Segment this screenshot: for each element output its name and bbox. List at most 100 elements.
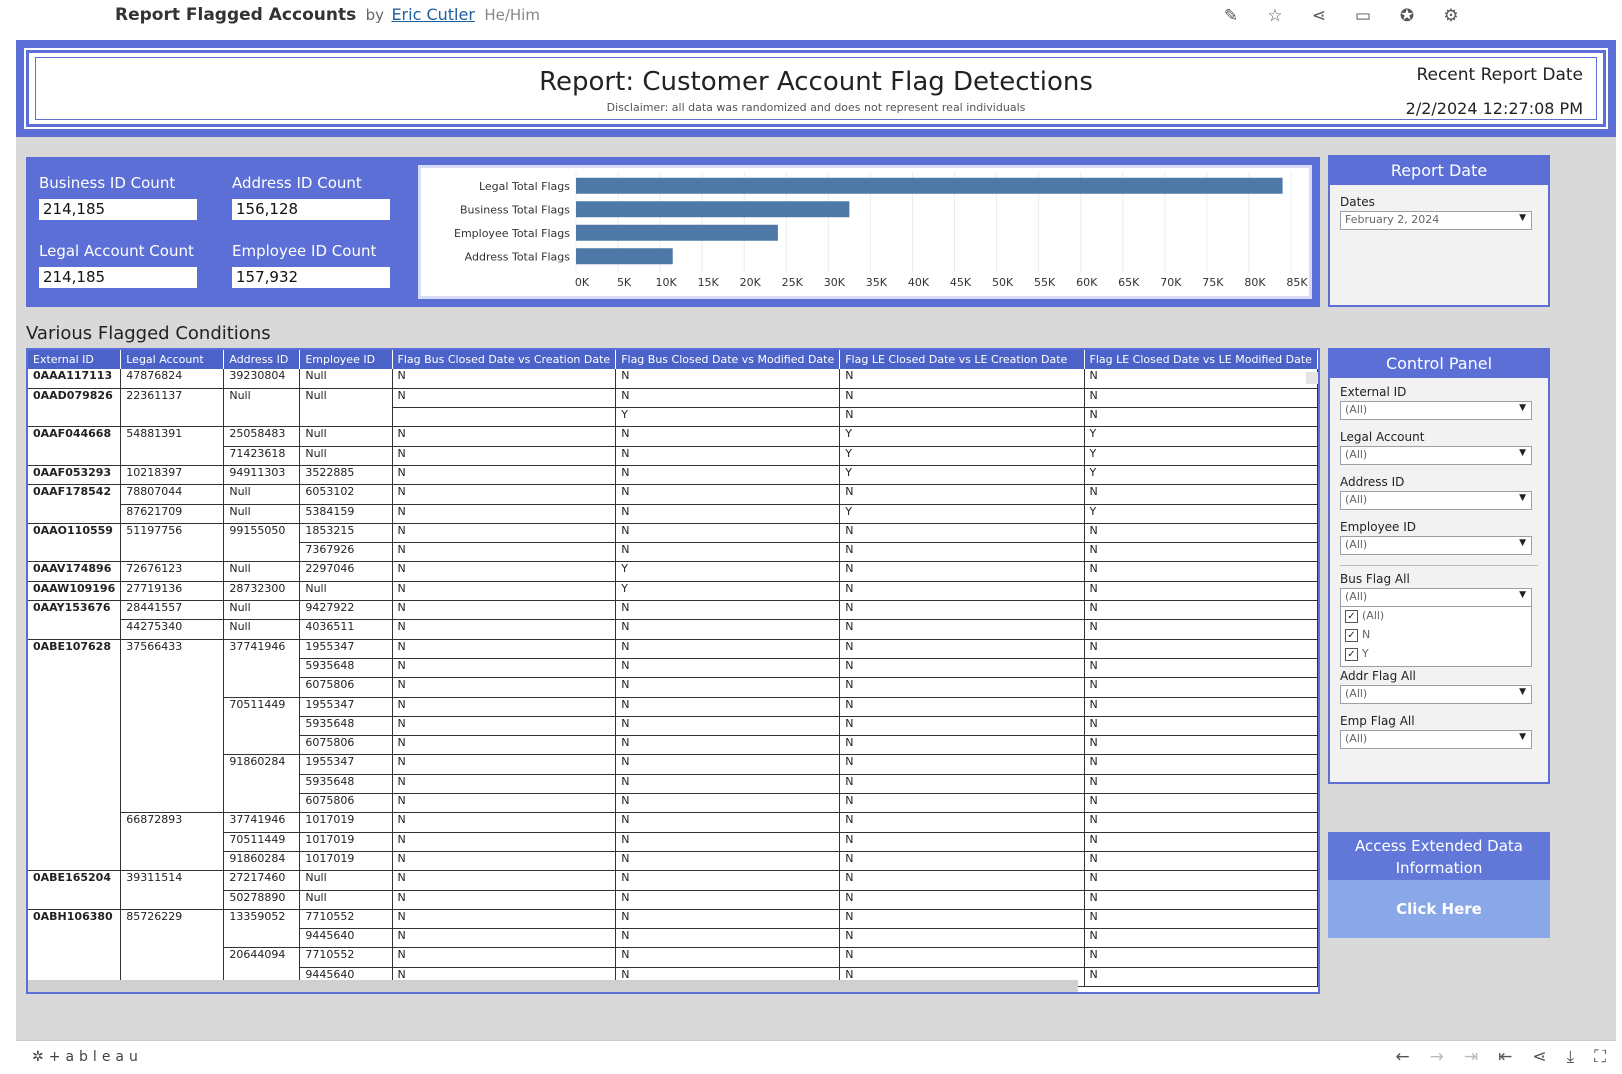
- table-cell: N: [839, 947, 1085, 968]
- address-id-dropdown[interactable]: (All) ▼: [1340, 491, 1532, 510]
- workbook-title-area: Report Flagged Accounts by Eric Cutler H…: [115, 5, 540, 25]
- badge-icon[interactable]: ✪: [1396, 5, 1418, 27]
- table-row[interactable]: 71423618 Null N N Y Y: [28, 446, 1318, 466]
- edit-icon[interactable]: ✎: [1220, 5, 1242, 27]
- table-row[interactable]: 91860284 1017019 N N N N: [28, 851, 1318, 872]
- table-cell: N: [839, 388, 1085, 409]
- col-flag-le-creation[interactable]: Flag LE Closed Date vs LE Creation Date: [839, 350, 1085, 369]
- bus-option-n[interactable]: ✓ N: [1345, 628, 1531, 647]
- table-cell: N: [839, 754, 1085, 775]
- table-row[interactable]: 0ABE165204 39311514 27217460 Null N N N N: [28, 870, 1318, 891]
- table-cell: [28, 754, 122, 775]
- table-cell: [120, 890, 225, 910]
- table-row[interactable]: 0ABE107628 37566433 37741946 1955347 N N N N: [28, 639, 1318, 659]
- table-row[interactable]: 66872893 37741946 1017019 N N N N: [28, 812, 1318, 833]
- col-employee-id[interactable]: Employee ID: [299, 350, 393, 369]
- bar-1[interactable]: [576, 201, 850, 218]
- bus-option-y[interactable]: ✓ Y: [1345, 647, 1531, 666]
- checkbox-checked-icon[interactable]: ✓: [1345, 629, 1358, 642]
- comment-icon[interactable]: ▭: [1352, 5, 1374, 27]
- table-row[interactable]: 6075806 N N N N: [28, 793, 1318, 814]
- addr-flag-dropdown[interactable]: (All) ▼: [1340, 685, 1532, 704]
- emp-flag-dropdown[interactable]: (All) ▼: [1340, 730, 1532, 749]
- col-flag-bus-creation[interactable]: Flag Bus Closed Date vs Creation Date: [392, 350, 617, 369]
- table-row[interactable]: 5935648 N N N N: [28, 716, 1318, 737]
- table-cell: 4036511: [299, 619, 393, 640]
- table-cell: N: [392, 465, 617, 486]
- table-cell: N: [392, 388, 617, 409]
- table-row[interactable]: 0AAF178542 78807044 Null 6053102 N N N N: [28, 484, 1318, 505]
- table-cell: [28, 677, 122, 698]
- vertical-scrollbar[interactable]: [1306, 372, 1318, 384]
- table-row[interactable]: 0AAD079826 22361137 Null Null N N N N: [28, 388, 1318, 409]
- bus-flag-dropdown[interactable]: (All) ▼: [1340, 588, 1532, 607]
- table-cell: [392, 407, 617, 428]
- table-row[interactable]: 70511449 1955347 N N N N: [28, 697, 1318, 717]
- col-flag-le-modified[interactable]: Flag LE Closed Date vs LE Modified Date: [1084, 350, 1318, 369]
- bar-0[interactable]: [576, 177, 1283, 194]
- employee-id-dropdown[interactable]: (All) ▼: [1340, 536, 1532, 555]
- table-cell: Null: [299, 446, 393, 466]
- table-row[interactable]: 0AAF044668 54881391 25058483 Null N N Y Y: [28, 426, 1318, 447]
- star-icon[interactable]: ☆: [1264, 5, 1286, 27]
- chevron-down-icon: ▼: [1519, 687, 1526, 697]
- col-external-id[interactable]: External ID: [28, 350, 122, 369]
- table-row[interactable]: 44275340 Null 4036511 N N N N: [28, 619, 1318, 640]
- author-link[interactable]: Eric Cutler: [391, 5, 474, 24]
- table-row[interactable]: 0ABH106380 85726229 13359052 7710552 N N N N: [28, 909, 1318, 930]
- table-cell: [223, 407, 301, 428]
- revert-icon[interactable]: ⇥: [1464, 1047, 1478, 1067]
- fullscreen-icon[interactable]: ⛶: [1594, 1047, 1606, 1067]
- share-icon[interactable]: ⋖: [1308, 5, 1330, 27]
- dates-dropdown[interactable]: February 2, 2024 ▼: [1340, 211, 1532, 230]
- table-row[interactable]: 0AAF053293 10218397 94911303 3522885 N N Y Y: [28, 465, 1318, 486]
- x-tick-label: 35K: [866, 276, 888, 289]
- bar-2[interactable]: [576, 224, 778, 241]
- table-row[interactable]: 50278890 Null N N N N: [28, 890, 1318, 910]
- table-row[interactable]: 0AAW109196 27719136 28732300 Null N Y N N: [28, 581, 1318, 602]
- table-row[interactable]: 0AAO110559 51197756 99155050 1853215 N N N N: [28, 523, 1318, 544]
- table-cell: 37741946: [223, 812, 301, 833]
- table-cell: Y: [1084, 426, 1318, 447]
- table-row[interactable]: 5935648 N N N N: [28, 774, 1318, 795]
- table-row[interactable]: 0AAA117113 47876824 39230804 Null N N N N: [28, 369, 1318, 389]
- table-cell: 1017019: [299, 832, 393, 852]
- gear-icon[interactable]: ⚙: [1440, 5, 1462, 27]
- table-row[interactable]: 91860284 1955347 N N N N: [28, 754, 1318, 775]
- download-icon[interactable]: ⤓: [1567, 1047, 1575, 1067]
- horizontal-scrollbar[interactable]: [28, 980, 1078, 992]
- external-id-dropdown[interactable]: (All) ▼: [1340, 401, 1532, 420]
- col-address-id[interactable]: Address ID: [223, 350, 301, 369]
- bottom-bar: ✲+ableau ← → ⇥ ⇤ ⋖ ⤓ ⛶: [16, 1040, 1616, 1074]
- table-cell: 0AAF053293: [28, 465, 122, 486]
- table-row[interactable]: 6075806 N N N N: [28, 677, 1318, 698]
- reset-icon[interactable]: ⇤: [1498, 1047, 1512, 1067]
- tableau-logo[interactable]: ✲+ableau: [32, 1049, 143, 1065]
- undo-icon[interactable]: ←: [1395, 1047, 1409, 1067]
- kpi-value: 156,128: [232, 199, 390, 220]
- x-tick-label: 30K: [824, 276, 846, 289]
- table-row[interactable]: 87621709 Null 5384159 N N Y Y: [28, 504, 1318, 524]
- table-cell: N: [839, 581, 1085, 602]
- table-row[interactable]: 70511449 1017019 N N N N: [28, 832, 1318, 852]
- share-icon[interactable]: ⋖: [1532, 1047, 1546, 1067]
- table-row[interactable]: 20644094 7710552 N N N N: [28, 947, 1318, 968]
- table-row[interactable]: 5935648 N N N N: [28, 658, 1318, 679]
- col-flag-bus-modified[interactable]: Flag Bus Closed Date vs Modified Date: [615, 350, 841, 369]
- legal-account-dropdown[interactable]: (All) ▼: [1340, 446, 1532, 465]
- table-row[interactable]: 6075806 N N N N: [28, 735, 1318, 756]
- bus-option-all[interactable]: ✓ (All): [1345, 609, 1531, 628]
- checkbox-checked-icon[interactable]: ✓: [1345, 610, 1358, 623]
- table-row[interactable]: YNN: [28, 407, 1318, 428]
- table-row[interactable]: 9445640 N N N N: [28, 928, 1318, 949]
- click-here-button[interactable]: Click Here: [1328, 900, 1550, 918]
- flagged-conditions-table[interactable]: External ID Legal Account Address ID Emp…: [26, 348, 1320, 994]
- col-legal-account[interactable]: Legal Account: [120, 350, 225, 369]
- table-cell: N: [615, 716, 841, 737]
- table-row[interactable]: 7367926 N N N N: [28, 542, 1318, 563]
- bar-3[interactable]: [576, 248, 673, 265]
- table-row[interactable]: 0AAY153676 28441557 Null 9427922 N N N N: [28, 600, 1318, 621]
- checkbox-checked-icon[interactable]: ✓: [1345, 648, 1358, 661]
- table-row[interactable]: 0AAV174896 72676123 Null 2297046 N Y N N: [28, 561, 1318, 582]
- redo-icon[interactable]: →: [1430, 1047, 1444, 1067]
